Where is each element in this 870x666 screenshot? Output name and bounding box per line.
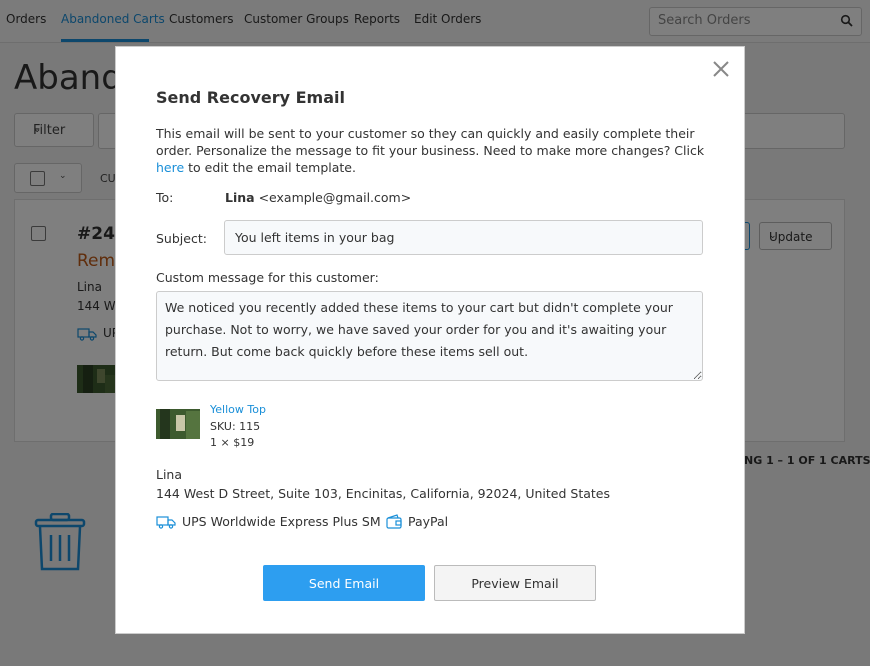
shipping-method: UPS Worldwide Express Plus SM [182, 514, 381, 529]
customer-address: 144 West D Street, Suite 103, Encinitas,… [156, 486, 611, 501]
subject-input[interactable] [224, 220, 703, 255]
payment-method: PayPal [408, 514, 449, 529]
truck-icon [156, 516, 176, 529]
product-qty-price: 1 × $19 [210, 436, 255, 449]
recipient-email: <example@gmail.com> [254, 190, 412, 205]
recovery-email-modal: Send Recovery Email This email will be s… [115, 46, 745, 634]
product-sku: SKU: 115 [210, 420, 261, 433]
close-icon[interactable] [713, 61, 729, 77]
recipient-name: Lina [225, 190, 255, 205]
customer-name: Lina [156, 467, 183, 482]
desc-text-end: to edit the email template. [184, 160, 356, 175]
edit-template-link[interactable]: here [156, 160, 184, 175]
subject-label: Subject: [156, 231, 207, 246]
recipient: Lina <example@gmail.com> [225, 190, 411, 205]
desc-text: This email will be sent to your customer… [156, 126, 705, 158]
product-name-link[interactable]: Yellow Top [210, 403, 266, 416]
custom-message-textarea[interactable]: We noticed you recently added these item… [156, 291, 703, 381]
to-label: To: [156, 190, 174, 205]
modal-description: This email will be sent to your customer… [156, 125, 716, 176]
preview-email-button[interactable]: Preview Email [434, 565, 596, 601]
custom-message-label: Custom message for this customer: [156, 270, 379, 285]
product-thumbnail [156, 409, 200, 439]
modal-title: Send Recovery Email [156, 88, 345, 107]
send-email-button[interactable]: Send Email [263, 565, 425, 601]
wallet-icon [386, 514, 402, 529]
